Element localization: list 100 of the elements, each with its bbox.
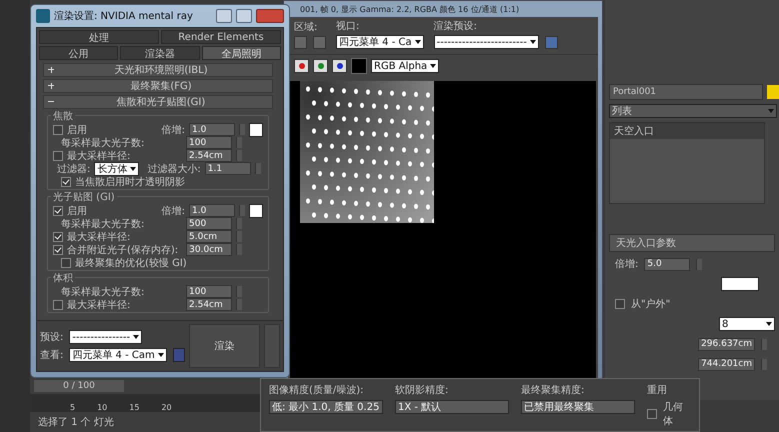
tab[interactable]: 全局照明: [202, 46, 281, 60]
checkbox[interactable]: [53, 232, 63, 242]
checkbox[interactable]: [61, 176, 71, 186]
spinner-field[interactable]: 100: [186, 285, 232, 298]
setting-field[interactable]: 1X - 默认: [395, 400, 509, 414]
rollout-header[interactable]: 天光和环境照明(IBL): [43, 63, 273, 77]
timeline-track[interactable]: 5 10 15 20: [30, 394, 260, 412]
spinner-field[interactable]: 500: [186, 217, 232, 230]
field-label: 倍增:: [615, 258, 638, 271]
filter-dropdown[interactable]: 长方体: [94, 162, 140, 176]
rollout-header[interactable]: 天光入口参数: [609, 234, 775, 252]
spinner-field[interactable]: 744.201cm: [698, 358, 755, 370]
tick-label: 15: [129, 403, 140, 412]
spinner-field[interactable]: 1.0: [189, 204, 235, 217]
group-title: 体积: [51, 271, 75, 285]
render-button[interactable]: 渲染: [188, 324, 260, 368]
checkbox[interactable]: [53, 300, 63, 310]
tab[interactable]: 渲染器: [120, 46, 200, 60]
field-label: 每采样最大光子数:: [61, 136, 144, 150]
spinner-field[interactable]: 100: [186, 136, 232, 149]
stack-item[interactable]: 天空入口: [610, 123, 764, 139]
channel-dropdown[interactable]: RGB Alpha: [371, 59, 440, 73]
spinner-arrows-icon[interactable]: [239, 124, 245, 135]
field-label: 合并附近光子(保存内存):: [67, 244, 178, 256]
spinner-arrows-icon[interactable]: [761, 358, 767, 370]
spinner-arrows-icon[interactable]: [696, 258, 702, 270]
spinner-arrows-icon[interactable]: [761, 338, 767, 350]
spinner-arrows-icon[interactable]: [236, 244, 242, 255]
channel-toggle[interactable]: [332, 59, 347, 73]
tick-label: 20: [161, 403, 172, 412]
field-label: 最大采样半径:: [67, 298, 130, 312]
channel-toggle[interactable]: [313, 59, 328, 73]
maximize-button[interactable]: [236, 9, 252, 23]
tab[interactable]: 处理: [39, 30, 159, 44]
color-swatch[interactable]: [351, 58, 367, 74]
spinner-arrows-icon[interactable]: [236, 137, 242, 148]
checkbox-label: 启用: [67, 204, 87, 218]
checkbox[interactable]: [53, 150, 63, 160]
channel-toggle[interactable]: [294, 59, 309, 73]
checkbox[interactable]: [61, 258, 71, 268]
rollout-header[interactable]: 焦散和光子贴图(GI): [43, 95, 273, 109]
spinner-arrows-icon[interactable]: [254, 163, 261, 174]
checkbox[interactable]: [53, 206, 63, 216]
checkbox[interactable]: [53, 244, 63, 254]
field-label: 查看:: [40, 348, 64, 362]
field-label: 渲染预设:: [434, 20, 478, 33]
spinner-field[interactable]: 5.0cm: [186, 230, 232, 243]
color-swatch[interactable]: [721, 277, 759, 291]
field-label: 每采样最大光子数:: [61, 286, 144, 298]
field-label: 倍增:: [162, 204, 185, 218]
status-text: 选择了 1 个 灯光: [37, 416, 115, 430]
tab[interactable]: Render Elements: [161, 30, 281, 44]
window-title: 001, 帧 0, 显示 Gamma: 2.2, RGBA 颜色 16 位/通道 (1:1): [300, 4, 520, 14]
checkbox-label: 从"户外": [631, 298, 670, 311]
spinner-field[interactable]: 5.0: [644, 258, 690, 270]
spinner-arrows-icon[interactable]: [236, 231, 242, 242]
rollout-header[interactable]: 最终聚集(FG): [43, 79, 273, 93]
setting-field[interactable]: 已禁用最终聚集: [521, 400, 635, 414]
setting-field[interactable]: 低: 最小 1.0, 质量 0.25: [269, 400, 383, 414]
field-label: 最终聚集精度:: [521, 384, 586, 397]
spinner-field[interactable]: 2.54cm: [186, 149, 232, 162]
spinner-field[interactable]: 30.0cm: [186, 243, 232, 256]
spinner-field[interactable]: 296.637cm: [698, 338, 755, 350]
spinner-arrows-icon[interactable]: [236, 218, 242, 229]
tab[interactable]: 公用: [39, 46, 118, 60]
checkbox[interactable]: [53, 124, 63, 134]
field-label: 倍增:: [162, 124, 185, 136]
field-label: 最大采样半径:: [67, 150, 130, 162]
modifier-list-dropdown[interactable]: 列表: [609, 104, 777, 118]
object-color-swatch[interactable]: [767, 85, 779, 99]
spinner-field[interactable]: 2.54cm: [186, 298, 232, 311]
spinner-arrows-icon[interactable]: [239, 205, 245, 216]
checkbox-label: 几何体: [663, 401, 684, 428]
color-swatch[interactable]: [249, 122, 263, 136]
field-label: 软阴影精度:: [395, 384, 450, 397]
spinner-arrows-icon[interactable]: [236, 286, 242, 297]
color-swatch[interactable]: [249, 204, 263, 218]
group-title: 光子贴图 (GI): [51, 190, 117, 204]
checkbox[interactable]: [615, 299, 625, 309]
view-dropdown[interactable]: 四元菜单 4 - Cam: [69, 348, 167, 362]
close-button[interactable]: [256, 9, 284, 23]
spinner-field[interactable]: 1.1: [204, 162, 251, 175]
dropdown[interactable]: 8: [719, 317, 775, 331]
spinner-arrows-icon[interactable]: [236, 150, 242, 161]
spinner-arrows-icon[interactable]: [236, 299, 242, 310]
field-label: 区域:: [294, 20, 318, 34]
field-label: 最大采样半径:: [67, 230, 130, 244]
viewport-dropdown[interactable]: 四元菜单 4 - Ca: [336, 35, 424, 49]
checkbox-label: 最终聚集的优化(较慢 GI): [75, 256, 187, 270]
field-label: 过滤器:: [57, 162, 90, 176]
preset-dropdown[interactable]: ----------------: [69, 330, 142, 344]
preset-dropdown[interactable]: -------------------------: [434, 35, 539, 49]
field-label: 过滤器大小:: [147, 162, 201, 176]
minimize-button[interactable]: [216, 9, 232, 23]
spinner-field[interactable]: 1.0: [189, 123, 235, 136]
object-name-field[interactable]: Portal001: [609, 84, 763, 100]
app-logo-icon: [36, 9, 50, 23]
tick-label: 5: [70, 403, 76, 412]
checkbox[interactable]: [647, 409, 657, 419]
checkbox-label: 当焦散启用时才透明阴影: [75, 176, 185, 188]
